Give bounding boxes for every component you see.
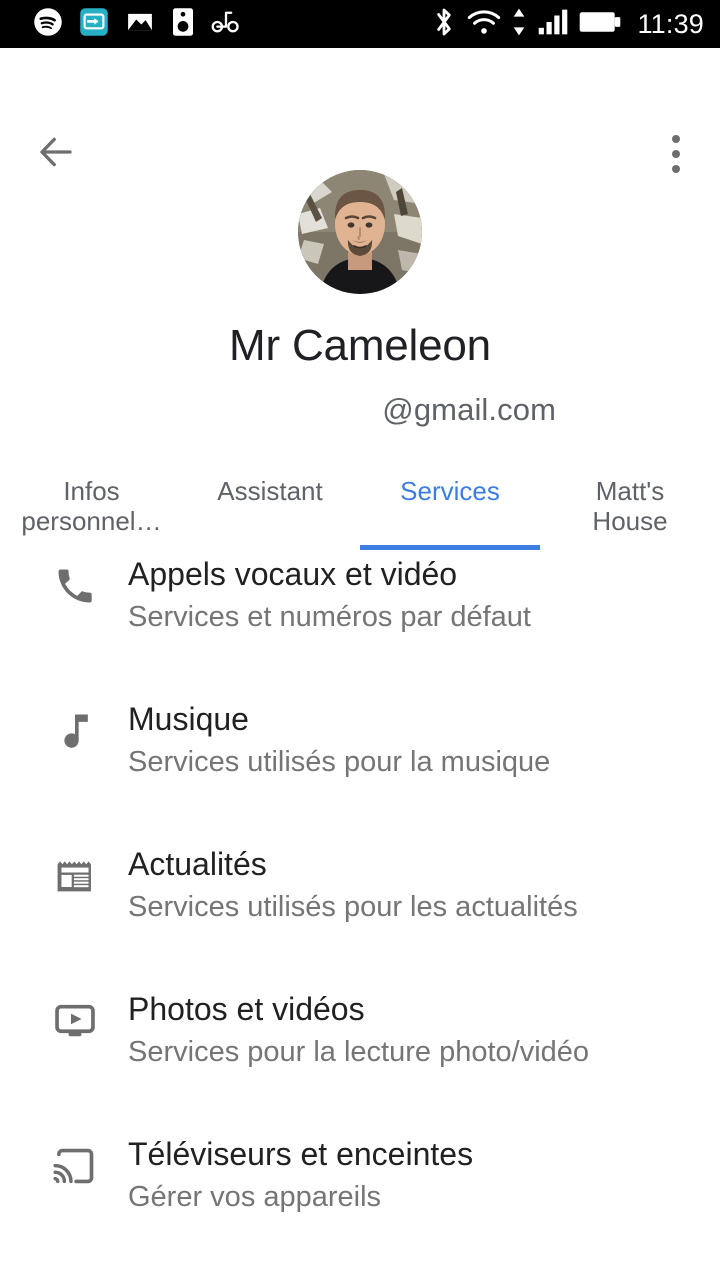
data-transfer-arrows-icon xyxy=(511,7,527,42)
list-item-subtitle: Services et numéros par défaut xyxy=(128,601,531,633)
tab-label-line2: personnel… xyxy=(21,506,162,536)
list-item-appels[interactable]: Appels vocaux et vidéo Services et numér… xyxy=(0,548,720,693)
tab-services[interactable]: Services xyxy=(366,472,534,506)
list-item-title: Musique xyxy=(128,701,249,737)
cast-screen-mirror-icon xyxy=(79,7,109,42)
ondemand-video-icon xyxy=(47,993,103,1049)
list-item-title: Téléviseurs et enceintes xyxy=(128,1136,474,1172)
speaker-icon xyxy=(171,7,195,42)
tab-label-line1: Assistant xyxy=(217,476,323,506)
tab-label-line1: Infos xyxy=(63,476,120,506)
status-bar-left-icons xyxy=(0,7,241,42)
photo-image-icon xyxy=(125,7,155,42)
spotify-icon xyxy=(33,7,63,42)
avatar[interactable] xyxy=(298,170,422,294)
app-bar xyxy=(0,48,720,173)
tab-infos-personnelles[interactable]: Infos personnel… xyxy=(14,472,169,536)
newspaper-icon xyxy=(47,848,103,904)
tab-label-line2: House xyxy=(592,506,668,536)
list-item-subtitle: Services utilisés pour les actualités xyxy=(128,891,578,923)
user-avatar-photo xyxy=(298,170,422,294)
profile-display-name: Mr Cameleon xyxy=(229,321,491,370)
cast-icon xyxy=(47,1138,103,1194)
tab-assistant[interactable]: Assistant xyxy=(190,472,350,506)
tab-label-line1: Matt's xyxy=(595,476,665,506)
tab-label-line1: Services xyxy=(400,476,500,506)
phone-call-icon xyxy=(47,558,103,614)
status-bar-clock: 11:39 xyxy=(637,8,704,39)
profile-header: Mr Cameleon @gmail.com xyxy=(0,170,720,428)
music-note-icon xyxy=(47,703,103,759)
list-item-title: Appels vocaux et vidéo xyxy=(128,556,458,592)
battery-full-icon xyxy=(579,10,621,39)
list-item-title: Actualités xyxy=(128,846,267,882)
profile-email: @gmail.com xyxy=(382,392,556,428)
wifi-icon xyxy=(467,8,501,41)
status-bar-right-icons: 11:39 xyxy=(431,6,720,43)
bluetooth-icon xyxy=(431,6,457,43)
cellular-signal-icon xyxy=(537,9,569,40)
status-bar: 11:39 xyxy=(0,0,720,48)
pedometer-icon xyxy=(211,9,241,40)
list-item-title: Photos et vidéos xyxy=(128,991,365,1027)
list-item-subtitle: Services pour la lecture photo/vidéo xyxy=(128,1036,590,1068)
list-item-televiseurs[interactable]: Téléviseurs et enceintes Gérer vos appar… xyxy=(0,1128,720,1273)
tab-bar: Infos personnel… Assistant Services Matt… xyxy=(0,472,720,552)
profile-email-row: @gmail.com xyxy=(0,392,720,428)
list-item-actualites[interactable]: Actualités Services utilisés pour les ac… xyxy=(0,838,720,983)
more-vert-icon-dot-2 xyxy=(672,150,680,158)
services-list: Appels vocaux et vidéo Services et numér… xyxy=(0,548,720,1273)
tab-matts-house[interactable]: Matt's House xyxy=(560,472,700,536)
list-item-subtitle: Gérer vos appareils xyxy=(128,1181,382,1213)
more-vert-icon-dot-1 xyxy=(672,135,680,143)
list-item-musique[interactable]: Musique Services utilisés pour la musiqu… xyxy=(0,693,720,838)
list-item-subtitle: Services utilisés pour la musique xyxy=(128,746,551,778)
list-item-photos-videos[interactable]: Photos et vidéos Services pour la lectur… xyxy=(0,983,720,1128)
